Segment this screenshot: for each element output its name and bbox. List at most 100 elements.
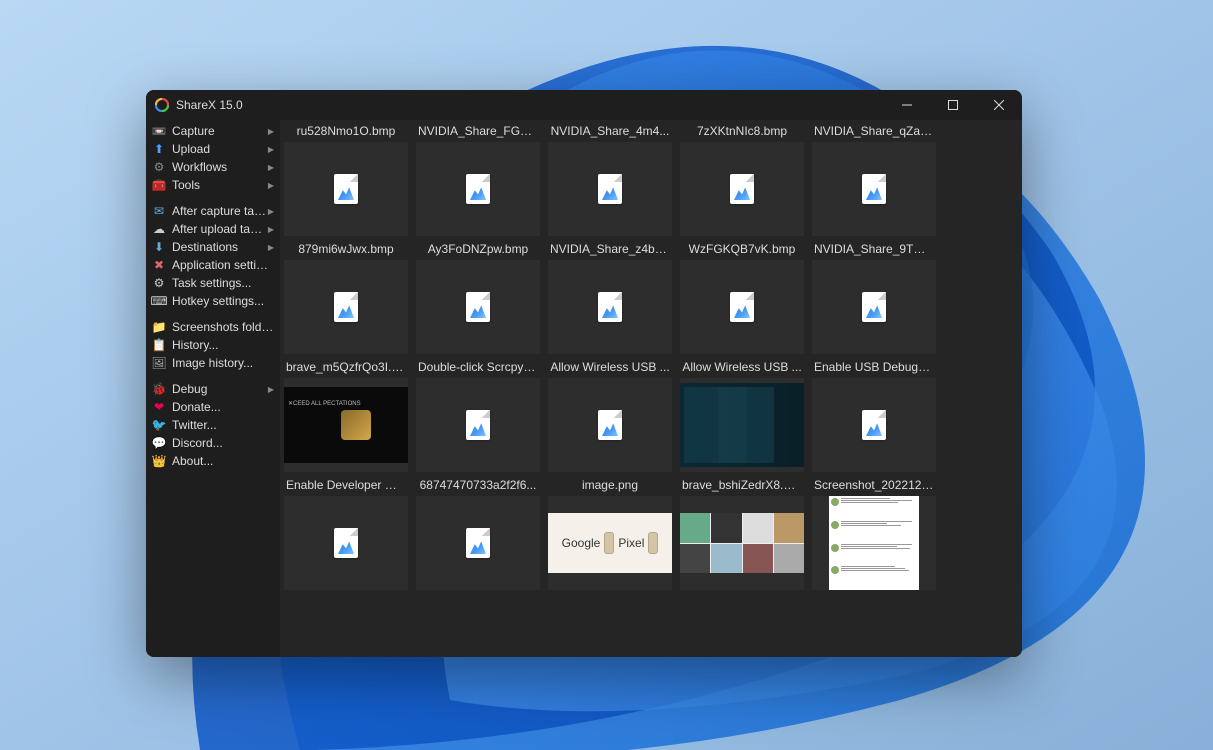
sidebar-item-history[interactable]: 📋History...: [146, 336, 280, 354]
preview-image: GooglePixel: [548, 513, 672, 573]
file-thumbnail[interactable]: NVIDIA_Share_z4bc...: [546, 240, 674, 354]
sidebar-item-task-settings[interactable]: ⚙ Task settings...: [146, 274, 280, 292]
tools-icon: 🧰: [152, 178, 166, 192]
sidebar-item-screenshots-folder[interactable]: 📁Screenshots folder...: [146, 318, 280, 336]
file-thumbnail[interactable]: 7zXKtnNIc8.bmp: [678, 122, 806, 236]
submenu-arrow-icon: ▶: [268, 145, 274, 154]
close-button[interactable]: [976, 90, 1022, 120]
thumbnail-preview: [416, 496, 540, 590]
preview-image: ✕CEED ALL PECTATIONS: [284, 387, 408, 462]
image-placeholder-icon: [862, 410, 886, 440]
task-icon: ⚙: [152, 276, 166, 290]
image-placeholder-icon: [334, 528, 358, 558]
file-thumbnail[interactable]: Double-click Scrcpy t...: [414, 358, 542, 472]
image-placeholder-icon: [334, 292, 358, 322]
sidebar-item-label: About...: [172, 454, 274, 468]
titlebar[interactable]: ShareX 15.0: [146, 90, 1022, 120]
file-thumbnail[interactable]: Enable USB Debuggi...: [810, 358, 938, 472]
thumbnail-preview: [416, 260, 540, 354]
file-name-label: Enable Developer Op...: [282, 476, 410, 494]
file-name-label: NVIDIA_Share_z4bc...: [546, 240, 674, 258]
file-thumbnail[interactable]: brave_m5QzfrQo3I.p...✕CEED ALL PECTATION…: [282, 358, 410, 472]
screenshots-icon: 📁: [152, 320, 166, 334]
sharex-window: ShareX 15.0 📼Capture▶⬆Upload▶⚙Workflows▶…: [146, 90, 1022, 657]
sidebar-item-label: Application settings...: [172, 258, 274, 272]
submenu-arrow-icon: ▶: [268, 163, 274, 172]
file-name-label: Allow Wireless USB ...: [678, 358, 806, 376]
menu-separator: [146, 194, 280, 202]
file-thumbnail[interactable]: image.png GooglePixel: [546, 476, 674, 590]
sidebar-item-donate[interactable]: ❤Donate...: [146, 398, 280, 416]
file-name-label: Ay3FoDNZpw.bmp: [414, 240, 542, 258]
menu-separator: [146, 310, 280, 318]
thumbnail-preview: [680, 142, 804, 236]
file-thumbnail[interactable]: Allow Wireless USB ...: [678, 358, 806, 472]
discord-icon: 💬: [152, 436, 166, 450]
file-thumbnail[interactable]: NVIDIA_Share_4m4...: [546, 122, 674, 236]
sidebar-item-destinations[interactable]: ⬇Destinations▶: [146, 238, 280, 256]
thumbnail-area[interactable]: ru528Nmo1O.bmpNVIDIA_Share_FGO...NVIDIA_…: [280, 120, 1022, 657]
file-thumbnail[interactable]: ru528Nmo1O.bmp: [282, 122, 410, 236]
thumbnail-preview: [548, 260, 672, 354]
sidebar-item-hotkey-settings[interactable]: ⌨Hotkey settings...: [146, 292, 280, 310]
sidebar-item-upload[interactable]: ⬆Upload▶: [146, 140, 280, 158]
sidebar-item-after-upload-tasks[interactable]: ☁After upload tasks▶: [146, 220, 280, 238]
submenu-arrow-icon: ▶: [268, 127, 274, 136]
sidebar-item-after-capture-tasks[interactable]: ✉After capture tasks▶: [146, 202, 280, 220]
submenu-arrow-icon: ▶: [268, 225, 274, 234]
file-thumbnail[interactable]: NVIDIA_Share_9TW...: [810, 240, 938, 354]
file-thumbnail[interactable]: brave_bshiZedrX8.png: [678, 476, 806, 590]
file-thumbnail[interactable]: 68747470733a2f2f6...: [414, 476, 542, 590]
file-thumbnail[interactable]: Allow Wireless USB ...: [546, 358, 674, 472]
submenu-arrow-icon: ▶: [268, 385, 274, 394]
file-thumbnail[interactable]: Enable Developer Op...: [282, 476, 410, 590]
file-thumbnail[interactable]: NVIDIA_Share_qZa6...: [810, 122, 938, 236]
maximize-button[interactable]: [930, 90, 976, 120]
file-name-label: Enable USB Debuggi...: [810, 358, 938, 376]
sidebar-item-twitter[interactable]: 🐦Twitter...: [146, 416, 280, 434]
sidebar-item-image-history[interactable]: 🖼Image history...: [146, 354, 280, 372]
application-icon: ✖: [152, 258, 166, 272]
sidebar-item-tools[interactable]: 🧰 Tools▶: [146, 176, 280, 194]
image-placeholder-icon: [730, 174, 754, 204]
sidebar-item-discord[interactable]: 💬Discord...: [146, 434, 280, 452]
capture-icon: 📼: [152, 124, 166, 138]
submenu-arrow-icon: ▶: [268, 207, 274, 216]
after-icon: ☁: [152, 222, 166, 236]
file-name-label: NVIDIA_Share_qZa6...: [810, 122, 938, 140]
image-placeholder-icon: [598, 174, 622, 204]
file-thumbnail[interactable]: Screenshot_2022121...: [810, 476, 938, 590]
file-name-label: NVIDIA_Share_9TW...: [810, 240, 938, 258]
sidebar: 📼Capture▶⬆Upload▶⚙Workflows▶🧰Tools▶✉Afte…: [146, 120, 280, 657]
sidebar-item-label: Upload: [172, 142, 268, 156]
sidebar-item-label: Tools: [172, 178, 268, 192]
file-name-label: 7zXKtnNIc8.bmp: [678, 122, 806, 140]
file-name-label: NVIDIA_Share_FGO...: [414, 122, 542, 140]
sidebar-item-label: Twitter...: [172, 418, 274, 432]
submenu-arrow-icon: ▶: [268, 243, 274, 252]
file-name-label: WzFGKQB7vK.bmp: [678, 240, 806, 258]
sidebar-item-capture[interactable]: 📼Capture▶: [146, 122, 280, 140]
sidebar-item-label: Task settings...: [172, 276, 274, 290]
image-placeholder-icon: [466, 410, 490, 440]
donate-icon: ❤: [152, 400, 166, 414]
menu-separator: [146, 372, 280, 380]
file-thumbnail[interactable]: 879mi6wJwx.bmp: [282, 240, 410, 354]
sidebar-item-about[interactable]: 👑 About...: [146, 452, 280, 470]
file-thumbnail[interactable]: WzFGKQB7vK.bmp: [678, 240, 806, 354]
sidebar-item-label: Destinations: [172, 240, 268, 254]
sidebar-item-application-settings[interactable]: ✖ Application settings...: [146, 256, 280, 274]
thumbnail-preview: [284, 142, 408, 236]
about-icon: 👑: [152, 454, 166, 468]
sidebar-item-label: Workflows: [172, 160, 268, 174]
thumbnail-preview: ✕CEED ALL PECTATIONS: [284, 378, 408, 472]
file-thumbnail[interactable]: NVIDIA_Share_FGO...: [414, 122, 542, 236]
sidebar-item-workflows[interactable]: ⚙Workflows▶: [146, 158, 280, 176]
minimize-button[interactable]: [884, 90, 930, 120]
thumbnail-preview: [812, 496, 936, 590]
submenu-arrow-icon: ▶: [268, 181, 274, 190]
file-name-label: NVIDIA_Share_4m4...: [546, 122, 674, 140]
file-thumbnail[interactable]: Ay3FoDNZpw.bmp: [414, 240, 542, 354]
sidebar-item-debug[interactable]: 🐞Debug▶: [146, 380, 280, 398]
file-name-label: image.png: [546, 476, 674, 494]
